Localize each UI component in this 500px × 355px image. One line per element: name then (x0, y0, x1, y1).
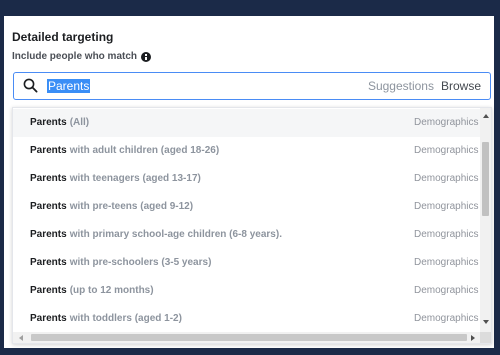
result-detail: with toddlers (aged 1-2) (69, 313, 182, 324)
result-row[interactable]: Parents with primary school-age children … (13, 221, 480, 249)
result-category: Demographics (414, 173, 479, 184)
result-detail: with pre-teens (aged 9-12) (69, 201, 194, 212)
result-row[interactable]: Parents with toddlers (aged 1-2) Demograp… (13, 305, 480, 332)
vertical-scroll-thumb[interactable] (482, 142, 489, 216)
section-title: Detailed targeting (12, 30, 114, 44)
result-category: Demographics (414, 285, 479, 296)
result-detail: (All) (69, 117, 90, 128)
result-detail: with primary school-age children (6-8 ye… (69, 229, 282, 240)
search-icon (23, 78, 38, 93)
result-detail: with adult children (aged 18-26) (69, 145, 220, 156)
result-category: Demographics (414, 145, 479, 156)
result-row[interactable]: Parents with pre-schoolers (3-5 years) De… (13, 249, 480, 277)
search-value-selected[interactable]: Parents (47, 79, 91, 93)
results-list: Parents (All) Demographics Parents with ad… (13, 108, 480, 332)
results-dropdown: Parents (All) Demographics Parents with ad… (12, 107, 492, 344)
result-row[interactable]: Parents with teenagers (aged 13-17) Demog… (13, 165, 480, 193)
scroll-down-arrow-icon[interactable] (482, 320, 489, 324)
result-category: Demographics (414, 313, 479, 324)
result-row[interactable]: Parents (up to 12 months) Demographics (13, 277, 480, 305)
scroll-right-arrow-icon[interactable] (471, 334, 475, 341)
scrollbar-corner (480, 332, 491, 343)
horizontal-scroll-thumb[interactable] (31, 334, 467, 341)
result-category: Demographics (414, 257, 479, 268)
vertical-scrollbar[interactable] (480, 108, 491, 332)
result-name: Parents (30, 313, 67, 324)
horizontal-scrollbar[interactable] (13, 332, 480, 343)
result-name: Parents (30, 173, 67, 184)
scroll-left-arrow-icon[interactable] (19, 334, 23, 341)
result-row[interactable]: Parents with pre-teens (aged 9-12) Demogr… (13, 193, 480, 221)
search-mode-tabs: Suggestions Browse (368, 79, 481, 93)
result-detail: (up to 12 months) (69, 285, 154, 296)
result-name: Parents (30, 145, 67, 156)
result-row[interactable]: Parents with adult children (aged 18-26) … (13, 137, 480, 165)
info-icon[interactable] (141, 52, 152, 62)
result-name: Parents (30, 201, 67, 212)
result-name: Parents (30, 229, 67, 240)
result-category: Demographics (414, 229, 479, 240)
browse-tab[interactable]: Browse (441, 79, 481, 93)
result-name: Parents (30, 117, 67, 128)
include-label-text: Include people who match (12, 51, 138, 62)
result-name: Parents (30, 285, 67, 296)
suggestions-tab[interactable]: Suggestions (368, 79, 434, 93)
detailed-targeting-panel: Detailed targeting Include people who ma… (4, 16, 494, 348)
result-name: Parents (30, 257, 67, 268)
result-category: Demographics (414, 201, 479, 212)
result-category: Demographics (414, 117, 479, 128)
result-detail: with teenagers (aged 13-17) (69, 173, 201, 184)
result-detail: with pre-schoolers (3-5 years) (69, 257, 212, 268)
search-input[interactable]: Parents Suggestions Browse (13, 72, 491, 100)
result-row[interactable]: Parents (All) Demographics (13, 109, 480, 137)
include-label: Include people who match (12, 51, 152, 63)
scroll-up-arrow-icon[interactable] (482, 114, 489, 118)
